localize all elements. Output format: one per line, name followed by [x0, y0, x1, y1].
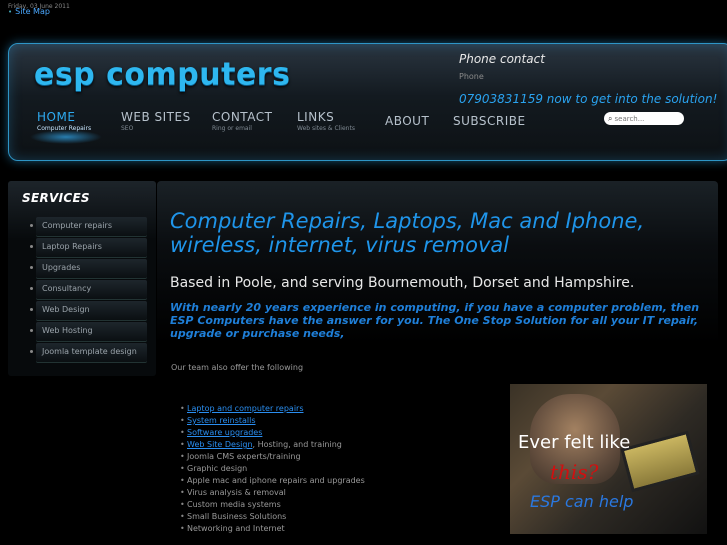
list-item: Networking and Internet	[180, 523, 365, 535]
services-sidebar: SERVICES Computer repairs Laptop Repairs…	[8, 181, 156, 376]
nav-web-sites[interactable]: WEB SITES SEO	[121, 110, 191, 132]
services-list: Laptop and computer repairs System reins…	[180, 403, 365, 535]
bullet-icon	[30, 245, 33, 248]
nav-home-sub: Computer Repairs	[37, 125, 92, 132]
sidebar-item-label: Web Design	[42, 305, 90, 314]
phone-number-cta: 07903831159 now to get into the solution…	[459, 92, 718, 106]
search-box: ⌕	[604, 112, 684, 125]
service-suffix: , Hosting, and training	[252, 440, 342, 449]
nav-links-sub: Web sites & Clients	[297, 125, 355, 132]
laptop-image	[620, 430, 700, 493]
sidebar-item-label: Consultancy	[42, 284, 92, 293]
promo-line-2: this?	[550, 460, 599, 484]
sidebar-item-label: Joomla template design	[42, 347, 137, 356]
nav-contact-label: CONTACT	[212, 110, 273, 124]
service-link[interactable]: Software upgrades	[187, 428, 262, 437]
page-title: Computer Repairs, Laptops, Mac and Iphon…	[170, 209, 645, 257]
bullet-icon	[30, 350, 33, 353]
nav-subscribe[interactable]: SUBSCRIBE	[453, 114, 526, 128]
sidebar-item-laptop-repairs[interactable]: Laptop Repairs	[30, 238, 147, 257]
site-map-link-wrap: • Site Map	[8, 7, 50, 16]
sidebar-item-label: Computer repairs	[42, 221, 113, 230]
service-link[interactable]: System reinstalls	[187, 416, 256, 425]
list-item: Small Business Solutions	[180, 511, 365, 523]
list-item: System reinstalls	[180, 415, 365, 427]
sidebar-item-web-design[interactable]: Web Design	[30, 301, 147, 320]
bullet-icon: •	[8, 8, 13, 16]
list-item: Software upgrades	[180, 427, 365, 439]
list-item: Laptop and computer repairs	[180, 403, 365, 415]
intro-text: Our team also offer the following	[171, 363, 304, 372]
list-item: Virus analysis & removal	[180, 487, 365, 499]
promo-line-3: ESP can help	[530, 492, 634, 511]
sidebar-title: SERVICES	[22, 191, 90, 205]
sidebar-item-consultancy[interactable]: Consultancy	[30, 280, 147, 299]
site-map-link[interactable]: Site Map	[15, 7, 50, 16]
phone-contact-title: Phone contact	[459, 52, 545, 66]
top-bar: Friday, 03 June 2011 • Site Map	[0, 0, 727, 20]
site-logo[interactable]: esp computers	[34, 56, 290, 93]
sidebar-item-web-hosting[interactable]: Web Hosting	[30, 322, 147, 341]
nav-about[interactable]: ABOUT	[385, 114, 429, 128]
bullet-icon	[30, 224, 33, 227]
list-item: Custom media systems	[180, 499, 365, 511]
promo-image[interactable]: Ever felt like this? ESP can help	[510, 384, 707, 534]
search-icon: ⌕	[608, 113, 613, 123]
sidebar-item-computer-repairs[interactable]: Computer repairs	[30, 217, 147, 236]
nav-home[interactable]: HOME Computer Repairs	[37, 110, 91, 132]
nav-home-label: HOME	[37, 110, 76, 124]
page-subtitle: Based in Poole, and serving Bournemouth,…	[170, 275, 635, 291]
list-item: Web Site Design, Hosting, and training	[180, 439, 365, 451]
bullet-icon	[30, 287, 33, 290]
promo-line-1: Ever felt like	[518, 432, 631, 453]
bullet-icon	[30, 329, 33, 332]
list-item: Joomla CMS experts/training	[180, 451, 365, 463]
search-input[interactable]	[614, 114, 675, 123]
service-link[interactable]: Web Site Design	[187, 440, 253, 449]
nav-links[interactable]: LINKS Web sites & Clients	[297, 110, 355, 132]
sidebar-item-label: Upgrades	[42, 263, 81, 272]
nav-contact[interactable]: CONTACT Ring or email	[212, 110, 272, 132]
nav-web-sites-sub: SEO	[121, 125, 134, 132]
bullet-icon	[30, 266, 33, 269]
list-item: Apple mac and iphone repairs and upgrade…	[180, 475, 365, 487]
sidebar-item-upgrades[interactable]: Upgrades	[30, 259, 147, 278]
nav-contact-sub: Ring or email	[212, 125, 252, 132]
active-nav-glow	[30, 130, 102, 144]
nav-subscribe-label: SUBSCRIBE	[453, 114, 526, 128]
main-content: Computer Repairs, Laptops, Mac and Iphon…	[157, 181, 727, 545]
nav-about-label: ABOUT	[385, 114, 430, 128]
tagline: With nearly 20 years experience in compu…	[170, 301, 700, 340]
sidebar-item-label: Laptop Repairs	[42, 242, 102, 251]
sidebar-item-joomla-template-design[interactable]: Joomla template design	[30, 343, 147, 362]
nav-web-sites-label: WEB SITES	[121, 110, 191, 124]
bullet-icon	[30, 308, 33, 311]
sidebar-item-label: Web Hosting	[42, 326, 93, 335]
list-item: Graphic design	[180, 463, 365, 475]
service-link[interactable]: Laptop and computer repairs	[187, 404, 304, 413]
nav-links-label: LINKS	[297, 110, 335, 124]
phone-label: Phone	[459, 72, 484, 81]
